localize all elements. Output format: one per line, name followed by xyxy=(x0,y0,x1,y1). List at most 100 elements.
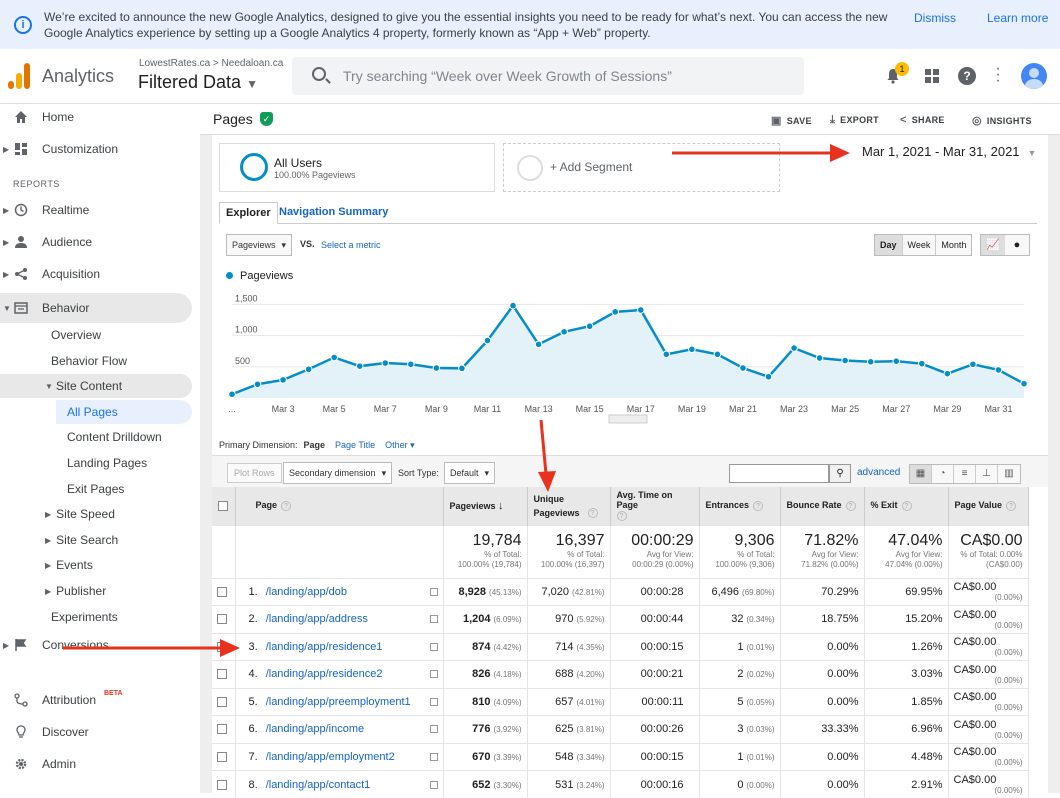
sidebar-item-publisher[interactable]: ▶Publisher xyxy=(45,579,106,603)
page-link[interactable]: /landing/app/address xyxy=(266,613,368,625)
search-bar[interactable]: Try searching “Week over Week Growth of … xyxy=(292,57,804,95)
period-week-button[interactable]: Week xyxy=(903,235,937,255)
help-icon[interactable]: ? xyxy=(1006,501,1016,511)
view-selector[interactable]: Filtered Data ▼ xyxy=(138,72,258,93)
help-icon[interactable]: ? xyxy=(588,508,598,518)
sidebar-item-realtime[interactable]: ▶ Realtime xyxy=(0,197,192,223)
help-icon[interactable]: ? xyxy=(753,501,763,511)
save-button[interactable]: ▣SAVE xyxy=(771,114,812,127)
table-view-icon[interactable]: ▦ xyxy=(910,465,932,483)
row-checkbox[interactable] xyxy=(217,724,227,734)
sidebar-item-experiments[interactable]: Experiments xyxy=(51,605,118,629)
pie-view-icon[interactable]: ◔ xyxy=(932,465,954,483)
dimension-page[interactable]: Page xyxy=(304,440,326,450)
open-page-icon[interactable] xyxy=(430,643,438,651)
help-icon[interactable]: ? xyxy=(958,67,976,85)
page-link[interactable]: /landing/app/residence1 xyxy=(266,641,383,653)
dimension-page-title[interactable]: Page Title xyxy=(335,440,375,450)
row-checkbox[interactable] xyxy=(217,587,227,597)
search-icon[interactable]: ⚲ xyxy=(829,464,851,483)
account-breadcrumb[interactable]: LowestRates.ca > Needaloan.ca xyxy=(139,58,283,69)
col-header-page[interactable]: Page? xyxy=(235,487,443,525)
col-header-avg-time[interactable]: Avg. Time on Page? xyxy=(610,487,699,525)
plot-rows-button[interactable]: Plot Rows xyxy=(227,463,282,483)
sidebar-item-discover[interactable]: Discover xyxy=(0,719,192,745)
open-page-icon[interactable] xyxy=(430,781,438,789)
date-range-picker[interactable]: Mar 1, 2021 - Mar 31, 2021▼ xyxy=(862,144,1036,159)
sidebar-item-site-speed[interactable]: ▶Site Speed xyxy=(45,502,115,526)
more-options-icon[interactable]: ··· xyxy=(995,66,1001,84)
help-icon[interactable]: ? xyxy=(902,501,912,511)
open-page-icon[interactable] xyxy=(430,615,438,623)
sort-type-select[interactable]: Default xyxy=(444,462,495,484)
help-icon[interactable]: ? xyxy=(617,511,627,521)
metric-select[interactable]: Pageviews xyxy=(226,234,292,256)
avatar[interactable] xyxy=(1021,63,1047,89)
performance-view-icon[interactable]: ≡ xyxy=(954,465,976,483)
help-icon[interactable]: ? xyxy=(846,501,856,511)
sidebar-item-site-content[interactable]: ▼ Site Content xyxy=(0,374,192,398)
motion-chart-icon[interactable]: ● xyxy=(1005,235,1029,255)
dimension-other[interactable]: Other ▾ xyxy=(385,440,415,450)
learn-more-link[interactable]: Learn more xyxy=(987,11,1048,25)
sidebar-item-conversions[interactable]: ▶ Conversions xyxy=(0,632,192,658)
add-segment-button[interactable]: + Add Segment xyxy=(503,143,780,192)
sidebar-item-content-drilldown[interactable]: Content Drilldown xyxy=(67,425,162,449)
row-checkbox[interactable] xyxy=(217,752,227,762)
page-link[interactable]: /landing/app/residence2 xyxy=(266,668,383,680)
sidebar-item-landing-pages[interactable]: Landing Pages xyxy=(67,451,147,475)
sidebar-item-overview[interactable]: Overview xyxy=(51,323,101,347)
page-link[interactable]: /landing/app/preemployment1 xyxy=(266,696,411,708)
open-page-icon[interactable] xyxy=(430,698,438,706)
table-search-input[interactable] xyxy=(729,464,829,483)
open-page-icon[interactable] xyxy=(430,753,438,761)
insights-button[interactable]: ◎INSIGHTS xyxy=(972,114,1032,127)
page-link[interactable]: /landing/app/dob xyxy=(266,586,347,598)
col-header-bounce-rate[interactable]: Bounce Rate? xyxy=(780,487,864,525)
page-link[interactable]: /landing/app/contact1 xyxy=(266,779,371,791)
col-header-entrances[interactable]: Entrances? xyxy=(699,487,780,525)
secondary-dimension-select[interactable]: Secondary dimension xyxy=(283,462,392,484)
col-header-page-value[interactable]: Page Value? xyxy=(948,487,1028,525)
page-link[interactable]: /landing/app/income xyxy=(266,723,364,735)
dismiss-link[interactable]: Dismiss xyxy=(914,11,956,25)
sidebar-item-attribution[interactable]: Attribution BETA xyxy=(0,687,192,713)
sidebar-item-admin[interactable]: Admin xyxy=(0,751,192,777)
apps-grid-icon[interactable] xyxy=(925,69,939,83)
comparison-view-icon[interactable]: ⊥ xyxy=(976,465,998,483)
share-button[interactable]: <SHARE xyxy=(900,114,945,126)
help-icon[interactable]: ? xyxy=(281,501,291,511)
col-header-unique-pageviews[interactable]: Unique Pageviews? xyxy=(527,487,610,525)
sidebar-item-acquisition[interactable]: ▶ Acquisition xyxy=(0,261,192,287)
sidebar-item-home[interactable]: Home xyxy=(0,104,192,130)
sidebar-item-customization[interactable]: ▶ Customization xyxy=(0,136,192,162)
col-header-exit[interactable]: % Exit? xyxy=(864,487,948,525)
advanced-filter-link[interactable]: advanced xyxy=(857,467,900,478)
page-link[interactable]: /landing/app/employment2 xyxy=(266,751,395,763)
row-checkbox[interactable] xyxy=(217,697,227,707)
sidebar-item-behavior-flow[interactable]: Behavior Flow xyxy=(51,349,127,373)
row-checkbox[interactable] xyxy=(217,669,227,679)
sidebar-item-site-search[interactable]: ▶Site Search xyxy=(45,528,118,552)
tab-explorer[interactable]: Explorer xyxy=(219,202,278,224)
sidebar-item-all-pages[interactable]: All Pages xyxy=(56,400,192,424)
pivot-view-icon[interactable]: ▥ xyxy=(998,465,1020,483)
row-checkbox[interactable] xyxy=(217,642,227,652)
open-page-icon[interactable] xyxy=(430,725,438,733)
period-day-button[interactable]: Day xyxy=(875,235,903,255)
sidebar-item-audience[interactable]: ▶ Audience xyxy=(0,229,192,255)
open-page-icon[interactable] xyxy=(430,588,438,596)
period-month-button[interactable]: Month xyxy=(936,235,971,255)
row-checkbox[interactable] xyxy=(217,780,227,790)
open-page-icon[interactable] xyxy=(430,670,438,678)
export-button[interactable]: ⤓EXPORT xyxy=(830,114,879,127)
row-checkbox[interactable] xyxy=(217,614,227,624)
notifications-bell-icon[interactable]: 1 xyxy=(885,68,901,84)
sidebar-item-events[interactable]: ▶Events xyxy=(45,553,93,577)
sidebar-item-exit-pages[interactable]: Exit Pages xyxy=(67,477,124,501)
segment-all-users[interactable]: All Users 100.00% Pageviews xyxy=(219,143,495,192)
sidebar-item-behavior[interactable]: ▼ Behavior xyxy=(0,293,192,323)
line-chart-icon[interactable]: 📈 xyxy=(981,235,1005,255)
col-header-pageviews[interactable]: Pageviews ↓ xyxy=(443,487,527,525)
select-metric-link[interactable]: Select a metric xyxy=(321,240,381,250)
